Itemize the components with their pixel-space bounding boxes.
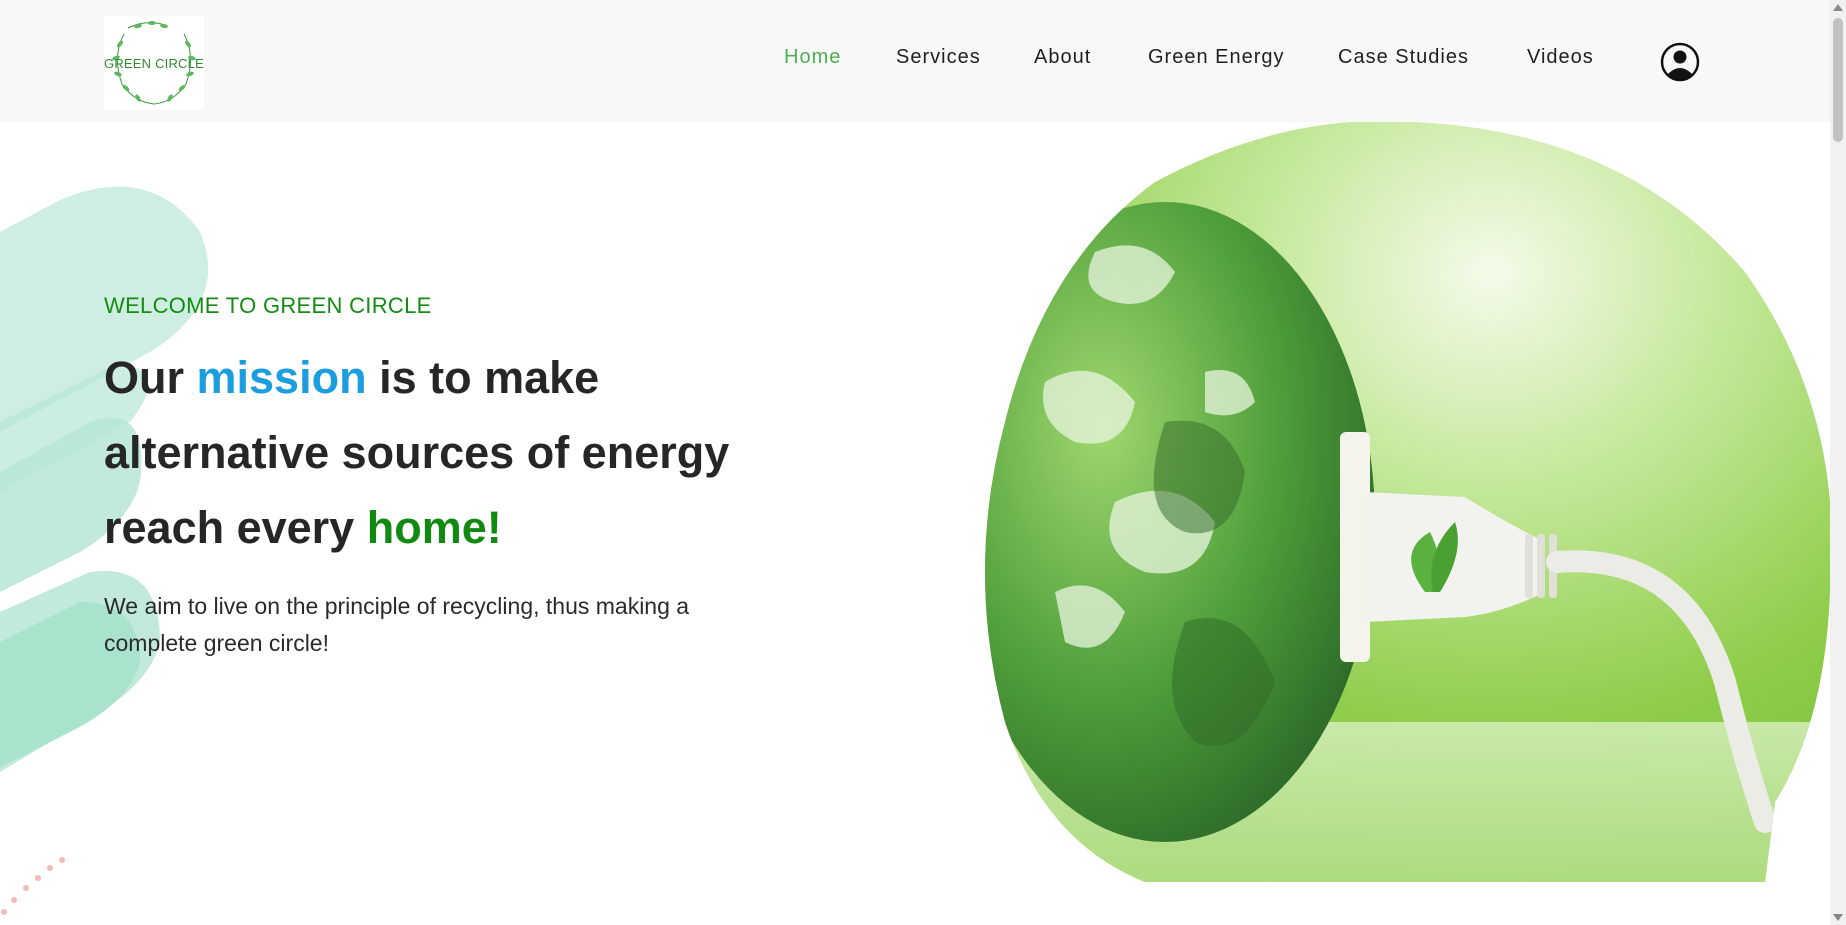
nav-item-videos[interactable]: Videos [1527,46,1594,69]
logo-text: GREEN CIRCLE [104,55,204,71]
hero-description: We aim to live on the principle of recyc… [104,593,690,656]
earth-plug-illustration [985,122,1830,882]
nav-item-about[interactable]: About [1034,46,1091,69]
headline-part-1: Our [104,352,197,403]
site-header: GREEN CIRCLE Home Services About Green E… [0,0,1830,122]
headline-highlight-home: home! [366,502,502,553]
hero-headline: Our mission is to make alternative sourc… [104,340,804,565]
scroll-down-icon[interactable] [1833,914,1843,921]
headline-highlight-mission: mission [196,352,367,403]
nav-item-green-energy[interactable]: Green Energy [1148,46,1285,69]
nav-item-services[interactable]: Services [896,46,981,69]
user-circle-icon[interactable] [1660,42,1700,82]
page-scrollbar[interactable] [1830,0,1846,925]
hero-eyebrow: WELCOME TO GREEN CIRCLE [104,293,432,318]
scroll-up-icon[interactable] [1833,4,1843,11]
logo[interactable]: GREEN CIRCLE [104,16,204,110]
nav-item-case-studies[interactable]: Case Studies [1338,46,1469,69]
nav-item-home[interactable]: Home [784,46,841,69]
scrollbar-thumb[interactable] [1833,18,1843,142]
